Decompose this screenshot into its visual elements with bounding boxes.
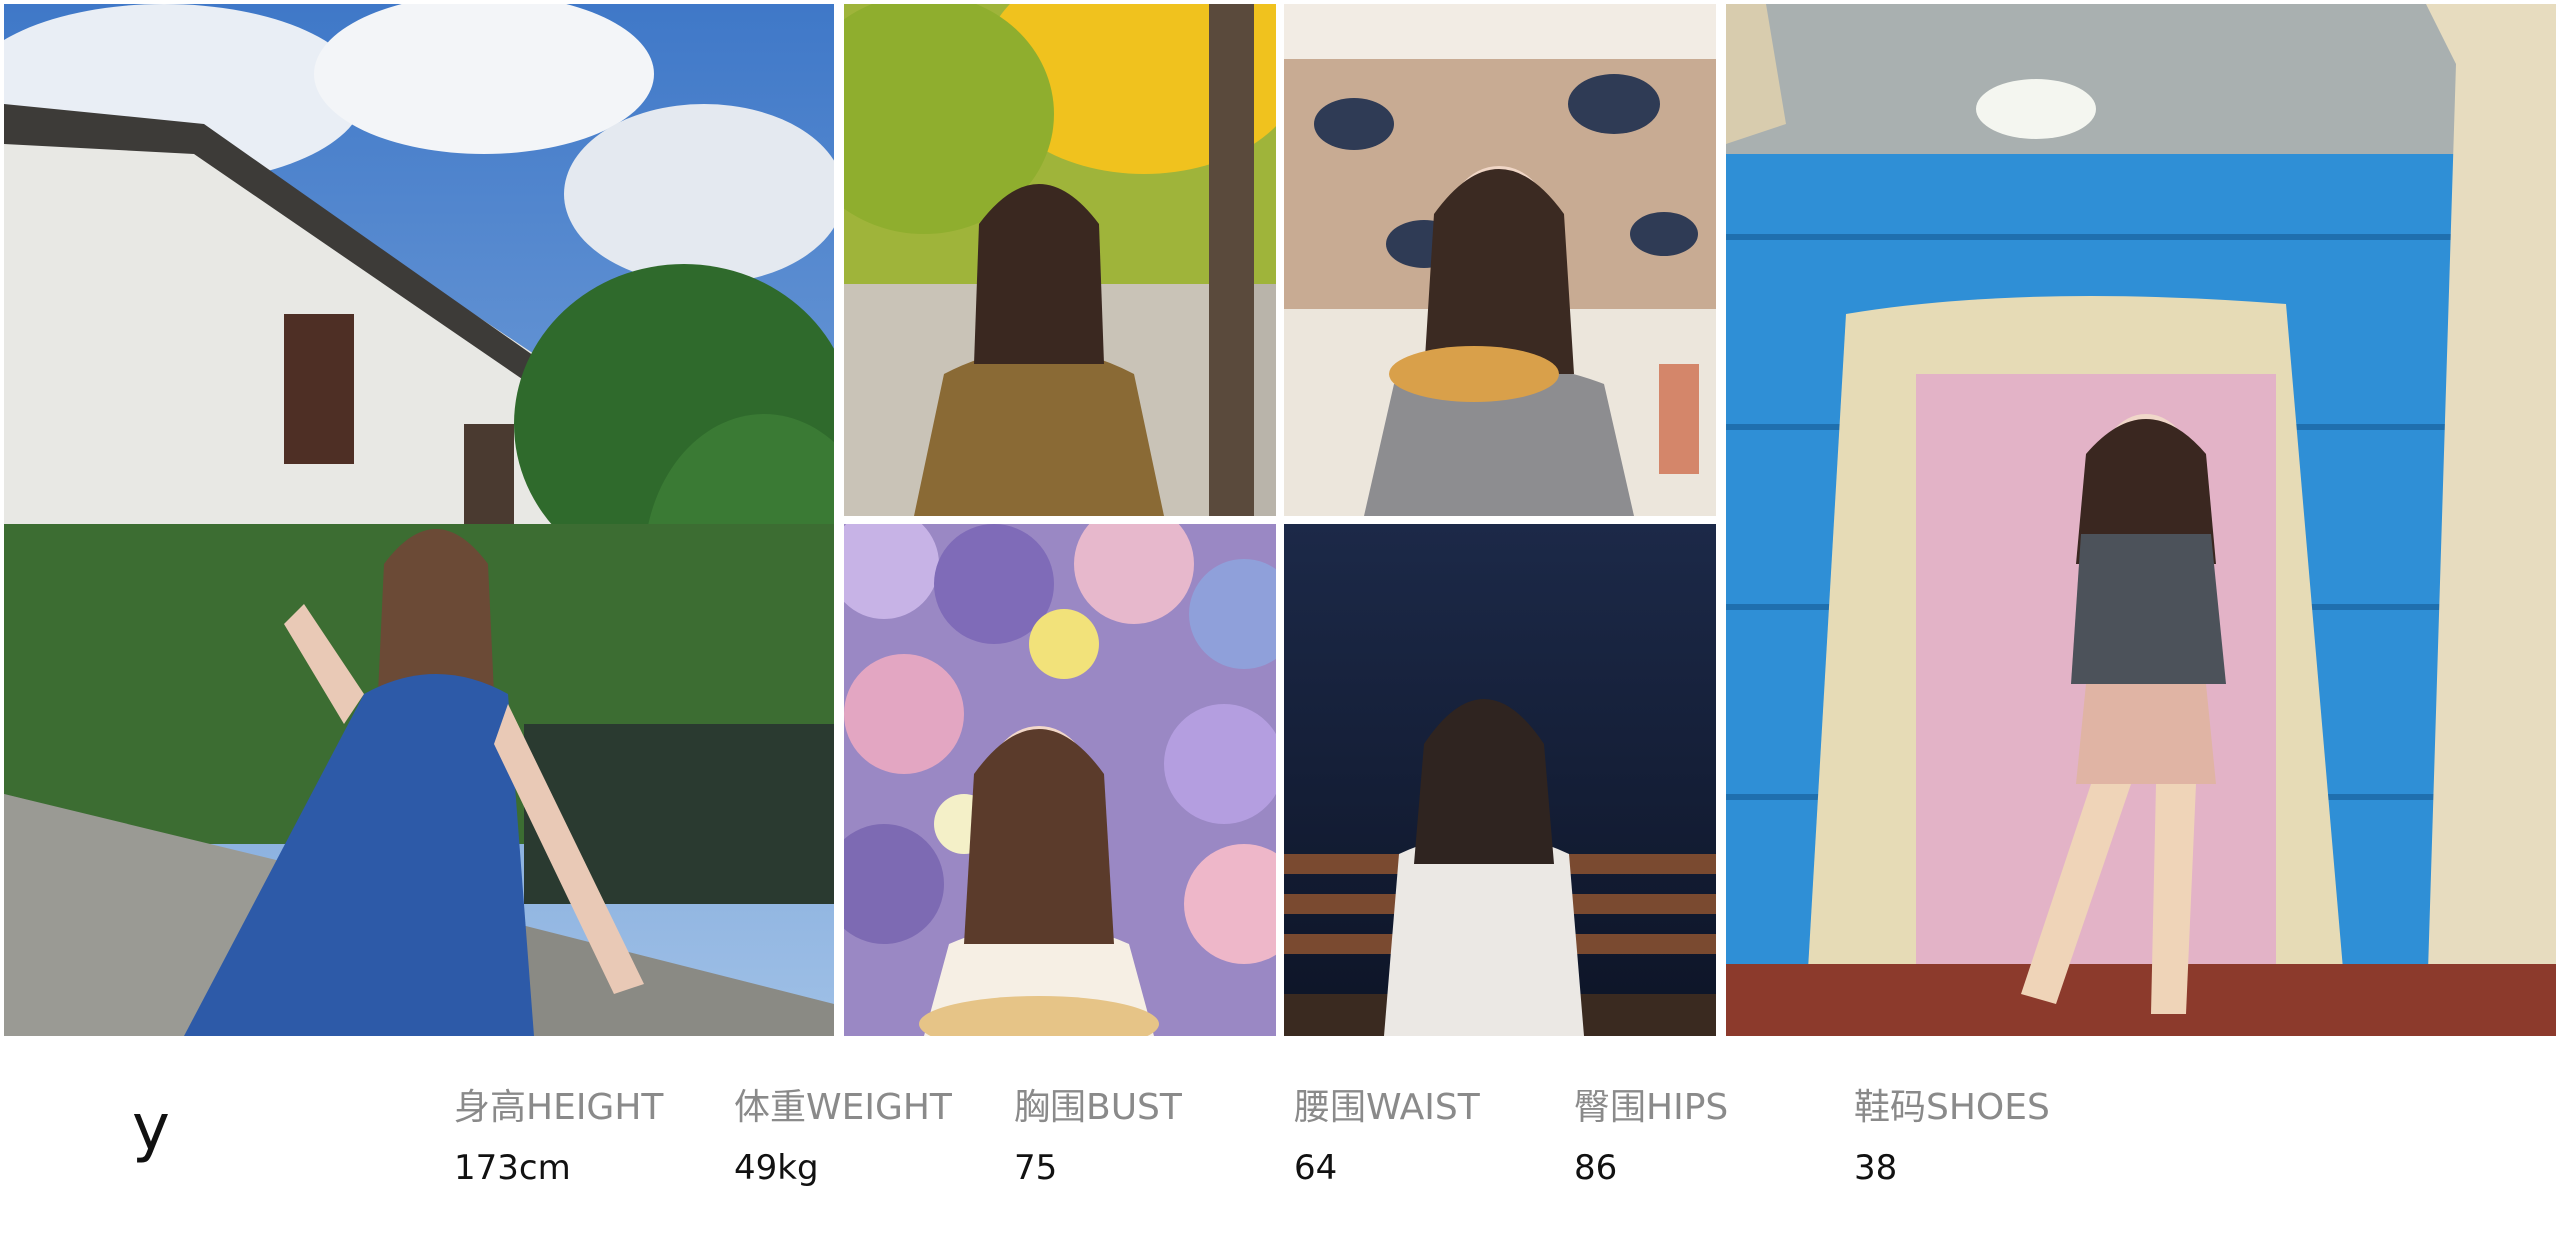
stat-weight-label: 体重WEIGHT [734,1087,952,1128]
stat-bust: 胸围BUST 75 [1014,1086,1284,1188]
stat-height-label: 身高HEIGHT [454,1087,664,1128]
stat-shoes: 鞋码SHOES 38 [1854,1086,2124,1188]
photo-night-bench [1284,524,1716,1036]
stat-height-value: 173cm [454,1148,571,1188]
photo-cafe-snack [1284,4,1716,516]
photo-blue-doorway [1726,4,2556,1036]
stat-waist-value: 64 [1294,1148,1338,1188]
stat-shoes-label: 鞋码SHOES [1854,1087,2050,1128]
stat-hips-value: 86 [1574,1148,1618,1188]
model-name: y [132,1091,170,1165]
stat-weight-value: 49kg [734,1148,819,1188]
stat-shoes-value: 38 [1854,1148,1898,1188]
stat-bust-value: 75 [1014,1148,1058,1188]
stat-height: 身高HEIGHT 173cm [454,1086,724,1188]
stat-hips: 臀围HIPS 86 [1574,1086,1844,1188]
stat-weight: 体重WEIGHT 49kg [734,1086,1004,1188]
stat-hips-label: 臀围HIPS [1574,1087,1729,1128]
photo-canal-house [4,4,834,1036]
photo-ginkgo-tree [844,4,1276,516]
stat-waist-label: 腰围WAIST [1294,1087,1480,1128]
stat-bust-label: 胸围BUST [1014,1087,1182,1128]
photo-flower-wall [844,524,1276,1036]
stat-waist: 腰围WAIST 64 [1294,1086,1564,1188]
